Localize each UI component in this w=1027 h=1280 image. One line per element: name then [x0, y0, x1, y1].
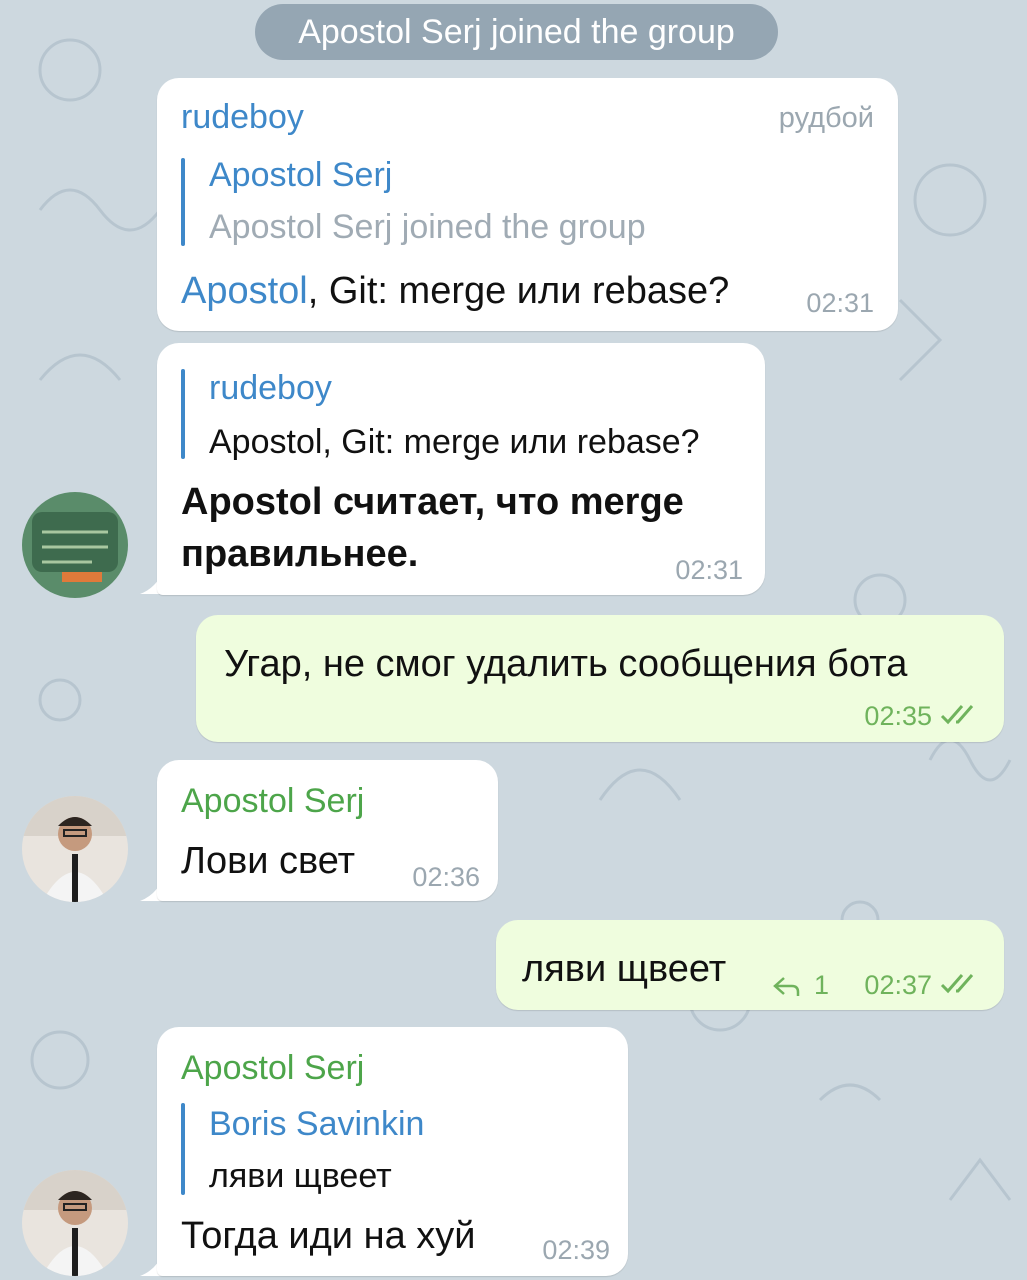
read-checkmarks-icon	[940, 705, 974, 725]
reply-text: Apostol, Git: merge или rebase?	[209, 423, 700, 461]
avatar[interactable]	[22, 1170, 128, 1276]
sender-name[interactable]: Apostol Serj	[181, 1049, 364, 1088]
message-text: Apostol, Git: merge или rebase?	[181, 270, 729, 313]
message-bubble-outgoing[interactable]: ляви щвеет 1 02:37	[496, 920, 1004, 1010]
message-time: 02:31	[675, 555, 743, 585]
reply-arrow-icon	[773, 977, 800, 996]
reply-name[interactable]: Boris Savinkin	[209, 1105, 424, 1144]
reply-text: ляви щвеет	[209, 1157, 392, 1195]
message-bubble[interactable]: Apostol Serj Лови свет 02:36	[157, 760, 498, 901]
message-bubble-outgoing[interactable]: Угар, не смог удалить сообщения бота 02:…	[196, 615, 1004, 742]
sender-name[interactable]: rudeboy	[181, 98, 304, 137]
user-mention-link[interactable]: Apostol	[181, 270, 308, 312]
message-text: правильнее.	[181, 533, 419, 575]
message-time: 02:37	[864, 970, 932, 1000]
reply-bar	[181, 1103, 185, 1195]
sender-name[interactable]: Apostol Serj	[181, 782, 364, 821]
reply-bar	[181, 158, 185, 246]
reply-name[interactable]: rudeboy	[209, 369, 332, 408]
message-text-rest: , Git: merge или rebase?	[307, 270, 730, 312]
reply-text: Apostol Serj joined the group	[209, 208, 646, 246]
message-time: 02:35	[864, 701, 932, 731]
avatar[interactable]	[22, 492, 128, 598]
avatar[interactable]	[22, 796, 128, 902]
message-text: Угар, не смог удалить сообщения бота	[224, 643, 908, 685]
message-time: 02:39	[542, 1235, 610, 1265]
message-bubble[interactable]: rudeboy рудбой Apostol Serj Apostol Serj…	[157, 78, 898, 331]
message-text: Apostol считает, что merge	[181, 481, 684, 523]
message-text: Лови свет	[181, 840, 356, 882]
reply-name[interactable]: Apostol Serj	[209, 156, 392, 195]
read-checkmarks-icon	[940, 974, 974, 994]
message-time: 02:36	[412, 862, 480, 892]
reply-count: 1	[814, 970, 830, 1000]
admin-badge: рудбой	[778, 102, 874, 134]
reply-bar	[181, 369, 185, 459]
message-time: 02:31	[806, 288, 874, 318]
message-text: ляви щвеет	[522, 948, 727, 990]
message-text: Тогда иди на хуй	[181, 1215, 476, 1257]
message-bubble[interactable]: Apostol Serj Boris Savinkin ляви щвеет Т…	[157, 1027, 628, 1276]
message-bubble[interactable]: rudeboy Apostol, Git: merge или rebase? …	[157, 343, 765, 595]
service-message: Apostol Serj joined the group	[255, 4, 778, 60]
